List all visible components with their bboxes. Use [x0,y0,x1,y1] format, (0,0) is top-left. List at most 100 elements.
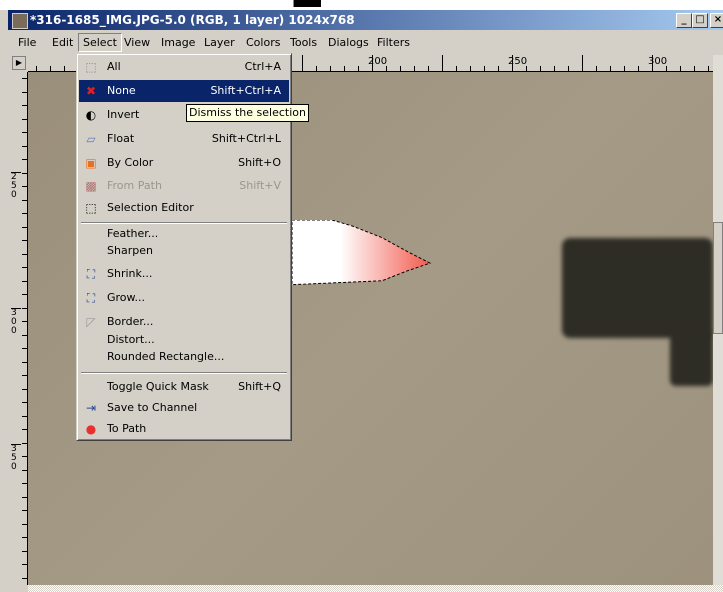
menu-item-shortcut: Shift+Ctrl+L [211,132,281,145]
menu-item-label: Grow... [107,291,146,304]
ruler-tick [428,66,429,71]
ruler-tick [624,66,625,71]
ruler-tick [610,66,611,71]
desktop-element [293,0,321,7]
horizontal-scrollbar[interactable] [28,585,723,592]
select-none-icon: ✖ [85,84,97,98]
menu-filters[interactable]: Filters [373,34,414,51]
ruler-tick [22,429,27,430]
minimize-button[interactable]: _ [676,13,692,28]
ruler-tick [680,66,681,71]
menu-item-label: From Path [107,179,162,192]
menu-item-shortcut: Shift+V [239,179,281,192]
ruler-tick [22,308,27,309]
menu-image[interactable]: Image [157,34,199,51]
from-path-icon: ▩ [85,179,97,193]
menu-item-selection-editor[interactable]: ⬚ Selection Editor [79,197,289,219]
ruler-tick [414,66,415,71]
ruler-tick [344,66,345,71]
menu-item-save-to-channel[interactable]: ⇥ Save to Channel [79,397,289,419]
ruler-tick [22,443,27,444]
ruler-tick [22,173,27,174]
menu-item-all[interactable]: ⬚ All Ctrl+A [79,56,289,78]
title-bar[interactable]: *316-1685_IMG.JPG-5.0 (RGB, 1 layer) 102… [8,10,723,30]
ruler-tick [22,564,27,565]
menu-separator [81,372,287,374]
ruler-tick [22,227,27,228]
ruler-tick [456,66,457,71]
menu-item-sharpen[interactable]: Sharpen [79,240,289,262]
menu-item-from-path[interactable]: ▩ From Path Shift+V [79,175,289,197]
desktop-strip [0,0,723,10]
menu-item-to-path[interactable]: ● To Path [79,418,289,440]
menu-item-shortcut: Shift+Q [238,380,281,393]
ruler-tick [22,578,27,579]
invert-icon: ◐ [85,108,97,122]
menu-file[interactable]: File [14,34,40,51]
menu-tools[interactable]: Tools [286,34,321,51]
ruler-label: 250 [11,172,21,200]
ruler-tick [22,267,27,268]
ruler-tick [22,105,27,106]
ruler-tick [22,240,27,241]
menu-bar: File Edit Select View Image Layer Colors Tools D… [8,31,723,52]
menu-item-grow[interactable]: ⛶ Grow... [79,287,289,309]
ruler-tick [22,294,27,295]
ruler-tick [694,66,695,71]
ruler-tick [358,66,359,71]
ruler-tick [470,66,471,71]
menu-view[interactable]: View [120,34,154,51]
ruler-tick [22,78,27,79]
ruler-tick [22,551,27,552]
ruler-tick [64,66,65,71]
ruler-tick [22,186,27,187]
ruler-tick [498,66,499,71]
menu-layer[interactable]: Layer [200,34,239,51]
menu-dialogs[interactable]: Dialogs [324,34,373,51]
menu-item-label: Shrink... [107,267,153,280]
menu-colors[interactable]: Colors [242,34,284,51]
select-all-icon: ⬚ [85,60,97,74]
ruler-tick [596,66,597,71]
menu-item-rounded-rectangle[interactable]: Rounded Rectangle... [79,346,289,368]
ruler-tick [442,55,443,71]
close-button[interactable]: × [710,13,723,28]
ruler-tick [22,213,27,214]
ruler-tick [22,524,27,525]
menu-item-label: Save to Channel [107,401,198,414]
ruler-tick [22,281,27,282]
menu-select[interactable]: Select [78,33,122,52]
ruler-tick [638,66,639,71]
menu-item-toggle-quick-mask[interactable]: Toggle Quick Mask Shift+Q [79,376,289,398]
ruler-tick [22,402,27,403]
by-color-icon: ▣ [85,156,97,170]
menu-item-float[interactable]: ▱ Float Shift+Ctrl+L [79,128,289,150]
menu-item-shortcut: Ctrl+A [244,60,281,73]
menu-item-shortcut: Shift+Ctrl+A [210,84,281,97]
menu-item-by-color[interactable]: ▣ By Color Shift+O [79,152,289,174]
selection-editor-icon: ⬚ [85,201,97,215]
menu-item-label: Sharpen [107,244,153,257]
menu-item-label: By Color [107,156,154,169]
selection-area [292,220,432,286]
vertical-scroll-thumb[interactable] [713,222,723,334]
ruler-tick [568,66,569,71]
menu-item-label: Rounded Rectangle... [107,350,225,363]
ruler-tick [22,335,27,336]
menu-item-shrink[interactable]: ⛶ Shrink... [79,263,289,285]
ruler-tick [330,66,331,71]
vertical-ruler[interactable]: 250 300 350 [10,72,28,585]
ruler-tick [22,497,27,498]
dark-object [670,330,713,386]
menu-item-none[interactable]: ✖ None Shift+Ctrl+A [79,80,289,102]
ruler-tick [22,132,27,133]
ruler-tick [554,66,555,71]
menu-edit[interactable]: Edit [48,34,77,51]
dark-object [562,238,713,338]
ruler-label: 300 [648,56,668,67]
ruler-tick [22,348,27,349]
ruler-tick [22,254,27,255]
ruler-tick [22,92,27,93]
maximize-button[interactable]: □ [692,13,708,28]
navigate-icon[interactable]: ▶ [12,56,26,70]
